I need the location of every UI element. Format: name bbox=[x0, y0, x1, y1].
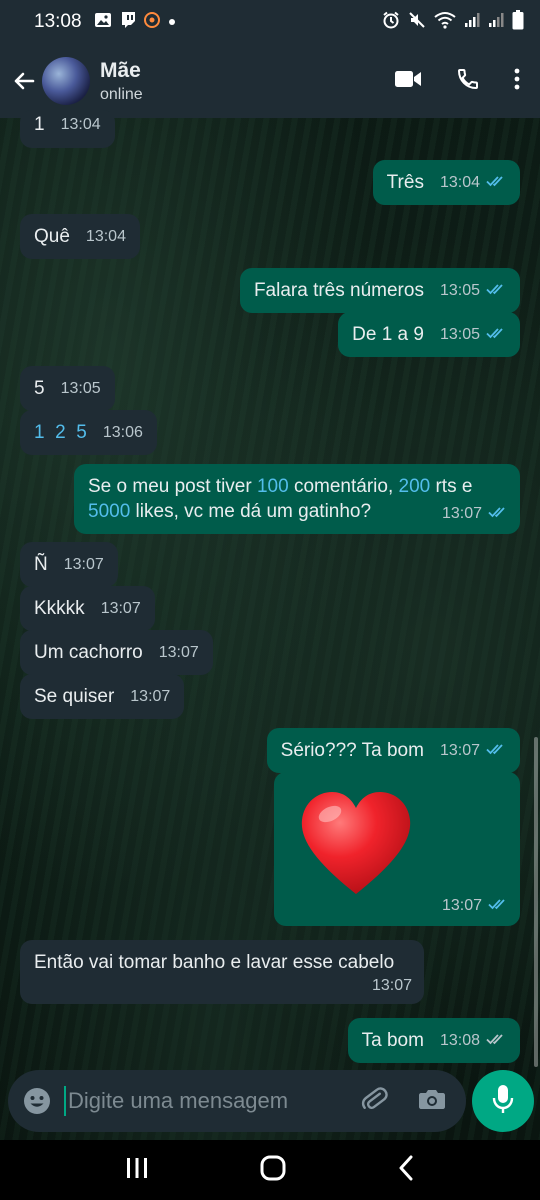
message-incoming[interactable]: Se quiser 13:07 bbox=[20, 674, 185, 719]
message-time: 13:07 bbox=[441, 896, 482, 914]
number-link[interactable]: 5000 bbox=[88, 501, 130, 522]
back-nav-icon[interactable] bbox=[397, 1155, 415, 1186]
message-time: 13:07 bbox=[441, 504, 482, 522]
message-outgoing[interactable]: Três 13:04 bbox=[372, 160, 520, 206]
text-cursor bbox=[64, 1086, 66, 1116]
read-ticks-icon bbox=[488, 501, 508, 526]
message-incoming[interactable]: Então vai tomar banho e lavar esse cabel… bbox=[20, 940, 424, 1004]
phone-link[interactable]: 1 bbox=[34, 422, 45, 443]
message-composer[interactable]: Digite uma mensagem bbox=[8, 1070, 466, 1132]
message-text: Sério??? Ta bom bbox=[280, 740, 424, 762]
message-outgoing[interactable]: Ta bom 13:08 bbox=[347, 1018, 520, 1064]
message-outgoing[interactable]: De 1 a 9 13:05 bbox=[338, 312, 520, 358]
message-outgoing-emoji[interactable]: 13:07 bbox=[274, 772, 520, 926]
message-incoming[interactable]: Kkkkk 13:07 bbox=[20, 586, 155, 631]
dot-icon bbox=[168, 13, 176, 31]
message-text: Quê bbox=[34, 226, 70, 247]
microphone-icon bbox=[491, 1084, 515, 1119]
message-text: Três bbox=[386, 172, 424, 194]
message-time: 13:05 bbox=[439, 282, 480, 299]
message-text: 1 bbox=[34, 114, 45, 135]
message-text: Ta bom bbox=[361, 1030, 424, 1052]
heart-emoji-icon bbox=[296, 790, 416, 907]
message-time: 13:04 bbox=[85, 228, 126, 245]
read-ticks-icon bbox=[486, 738, 506, 763]
status-time: 13:08 bbox=[34, 11, 82, 32]
signal-icon bbox=[488, 12, 504, 33]
message-incoming[interactable]: Ñ 13:07 bbox=[20, 542, 118, 587]
phone-link[interactable]: 2 bbox=[55, 422, 66, 443]
app-icon bbox=[143, 11, 160, 33]
mute-icon bbox=[408, 11, 426, 34]
message-outgoing[interactable]: Se o meu post tiver 100 comentário, 200 … bbox=[74, 464, 520, 534]
message-time: 13:05 bbox=[60, 380, 101, 397]
alarm-icon bbox=[382, 11, 400, 34]
message-input[interactable]: Digite uma mensagem bbox=[68, 1088, 360, 1114]
recent-apps-icon[interactable] bbox=[125, 1157, 149, 1184]
more-options-icon[interactable] bbox=[514, 67, 520, 96]
gallery-icon bbox=[94, 12, 112, 33]
message-incoming[interactable]: Um cachorro 13:07 bbox=[20, 630, 213, 675]
camera-icon[interactable] bbox=[418, 1087, 446, 1116]
delivered-ticks-icon bbox=[486, 1028, 506, 1053]
message-incoming[interactable]: 5 13:05 bbox=[20, 366, 115, 411]
message-text: Falara três números bbox=[253, 280, 424, 302]
message-time: 13:07 bbox=[439, 742, 480, 759]
attach-icon[interactable] bbox=[360, 1085, 388, 1118]
message-time: 13:07 bbox=[158, 644, 199, 661]
battery-icon bbox=[512, 9, 524, 35]
message-outgoing[interactable]: Sério??? Ta bom 13:07 bbox=[266, 728, 520, 774]
read-ticks-icon bbox=[486, 170, 506, 195]
message-text: 1 2 5 bbox=[34, 420, 87, 445]
message-time: 13:04 bbox=[439, 174, 480, 191]
message-time: 13:07 bbox=[100, 600, 141, 617]
chat-scrollbar[interactable] bbox=[534, 737, 538, 1067]
message-text: 5 bbox=[34, 378, 45, 399]
phone-link[interactable]: 5 bbox=[76, 422, 87, 443]
message-text: Um cachorro bbox=[34, 642, 143, 663]
wifi-icon bbox=[434, 11, 456, 34]
message-text: Kkkkk bbox=[34, 598, 85, 619]
message-time: 13:07 bbox=[63, 556, 104, 573]
read-ticks-icon bbox=[486, 278, 506, 303]
message-text: De 1 a 9 bbox=[352, 324, 424, 346]
chat-header: Mãe online bbox=[0, 44, 540, 118]
message-outgoing[interactable]: Falara três números 13:05 bbox=[239, 268, 520, 314]
message-text: Ñ bbox=[34, 554, 48, 575]
video-call-icon[interactable] bbox=[394, 69, 422, 94]
home-icon[interactable] bbox=[259, 1154, 287, 1187]
message-text: Então vai tomar banho e lavar esse cabel… bbox=[34, 952, 395, 973]
message-incoming[interactable]: 1 2 5 13:06 bbox=[20, 410, 157, 455]
message-time: 13:06 bbox=[102, 424, 143, 441]
twitch-icon bbox=[120, 11, 136, 33]
contact-info[interactable]: Mãe online bbox=[100, 59, 143, 104]
message-time: 13:08 bbox=[439, 1032, 480, 1049]
contact-name: Mãe bbox=[100, 58, 141, 82]
message-time: 13:04 bbox=[60, 116, 101, 133]
contact-status: online bbox=[100, 85, 143, 103]
back-arrow-icon[interactable] bbox=[10, 67, 38, 95]
message-time: 13:07 bbox=[130, 688, 171, 705]
voice-record-button[interactable] bbox=[472, 1070, 534, 1132]
number-link[interactable]: 100 bbox=[257, 476, 289, 497]
message-incoming[interactable]: 1 13:04 bbox=[20, 110, 115, 148]
message-text: Se quiser bbox=[34, 686, 115, 707]
status-bar: 13:08 bbox=[0, 0, 540, 44]
number-link[interactable]: 200 bbox=[399, 476, 431, 497]
emoji-icon[interactable] bbox=[22, 1086, 52, 1116]
system-navigation-bar bbox=[0, 1140, 540, 1200]
voice-call-icon[interactable] bbox=[456, 67, 480, 96]
message-list[interactable]: 1 13:04 Três 13:04 Quê 13:04 Falara três nú… bbox=[0, 110, 540, 1068]
message-incoming[interactable]: Quê 13:04 bbox=[20, 214, 140, 259]
message-time: 13:05 bbox=[439, 326, 480, 343]
signal-icon bbox=[464, 12, 480, 33]
avatar[interactable] bbox=[42, 57, 90, 105]
read-ticks-icon bbox=[488, 893, 508, 918]
message-time: 13:07 bbox=[371, 977, 412, 994]
read-ticks-icon bbox=[486, 322, 506, 347]
